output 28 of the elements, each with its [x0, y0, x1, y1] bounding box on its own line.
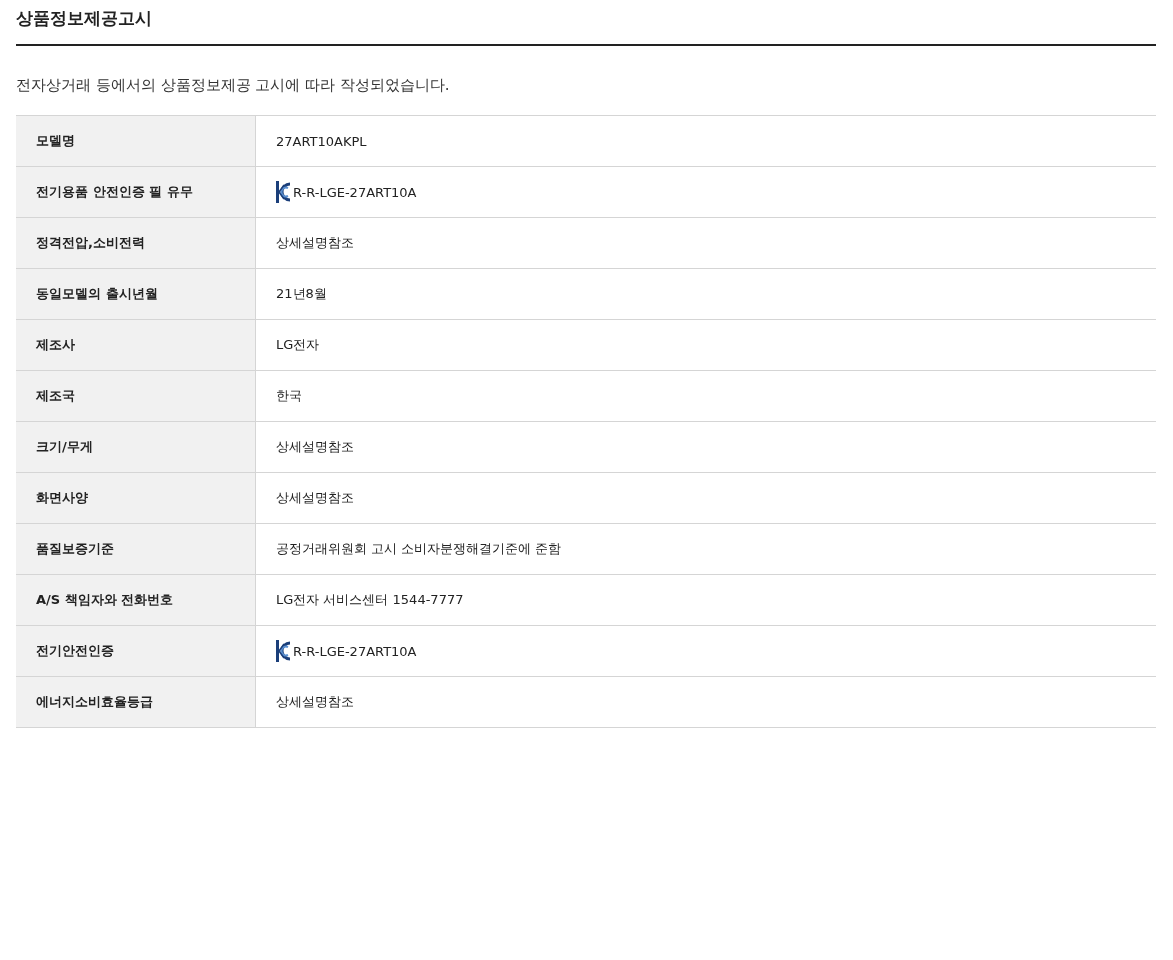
cell-value: 상세설명참조	[256, 218, 1156, 269]
cell-value: LG전자	[256, 320, 1156, 371]
row-label: 동일모델의 출시년월	[16, 269, 256, 320]
row-label: 제조국	[16, 371, 256, 422]
row-label: 화면사양	[16, 473, 256, 524]
row-label: 모델명	[16, 116, 256, 167]
cell-value: R-R-LGE-27ART10A	[293, 184, 417, 200]
row-label: 품질보증기준	[16, 524, 256, 575]
row-label: 정격전압,소비전력	[16, 218, 256, 269]
cell-value: R-R-LGE-27ART10A	[293, 643, 417, 659]
row-label: 제조사	[16, 320, 256, 371]
cell-value: 한국	[256, 371, 1156, 422]
cell-value: 21년8월	[256, 269, 1156, 320]
notice-text: 전자상거래 등에서의 상품정보제공 고시에 따라 작성되었습니다.	[16, 76, 451, 95]
kc-mark-icon	[276, 181, 291, 203]
cell-value: 27ART10AKPL	[256, 116, 1156, 167]
cell-value: 공정거래위원회 고시 소비자분쟁해결기준에 준함	[256, 524, 1156, 575]
cell-value: LG전자 서비스센터 1544-7777	[256, 575, 1156, 626]
cell-value: 상세설명참조	[256, 473, 1156, 524]
cell-value: 상세설명참조	[256, 422, 1156, 473]
row-label: 전기안전인증	[16, 626, 256, 677]
row-label: A/S 책임자와 전화번호	[16, 575, 256, 626]
kc-mark-icon	[276, 640, 291, 662]
row-label: 전기용품 안전인증 필 유무	[16, 167, 256, 218]
cell-value: 상세설명참조	[256, 677, 1156, 728]
row-label: 크기/무게	[16, 422, 256, 473]
row-label: 에너지소비효율등급	[16, 677, 256, 728]
section-title: 상품정보제공고시	[16, 0, 1156, 46]
